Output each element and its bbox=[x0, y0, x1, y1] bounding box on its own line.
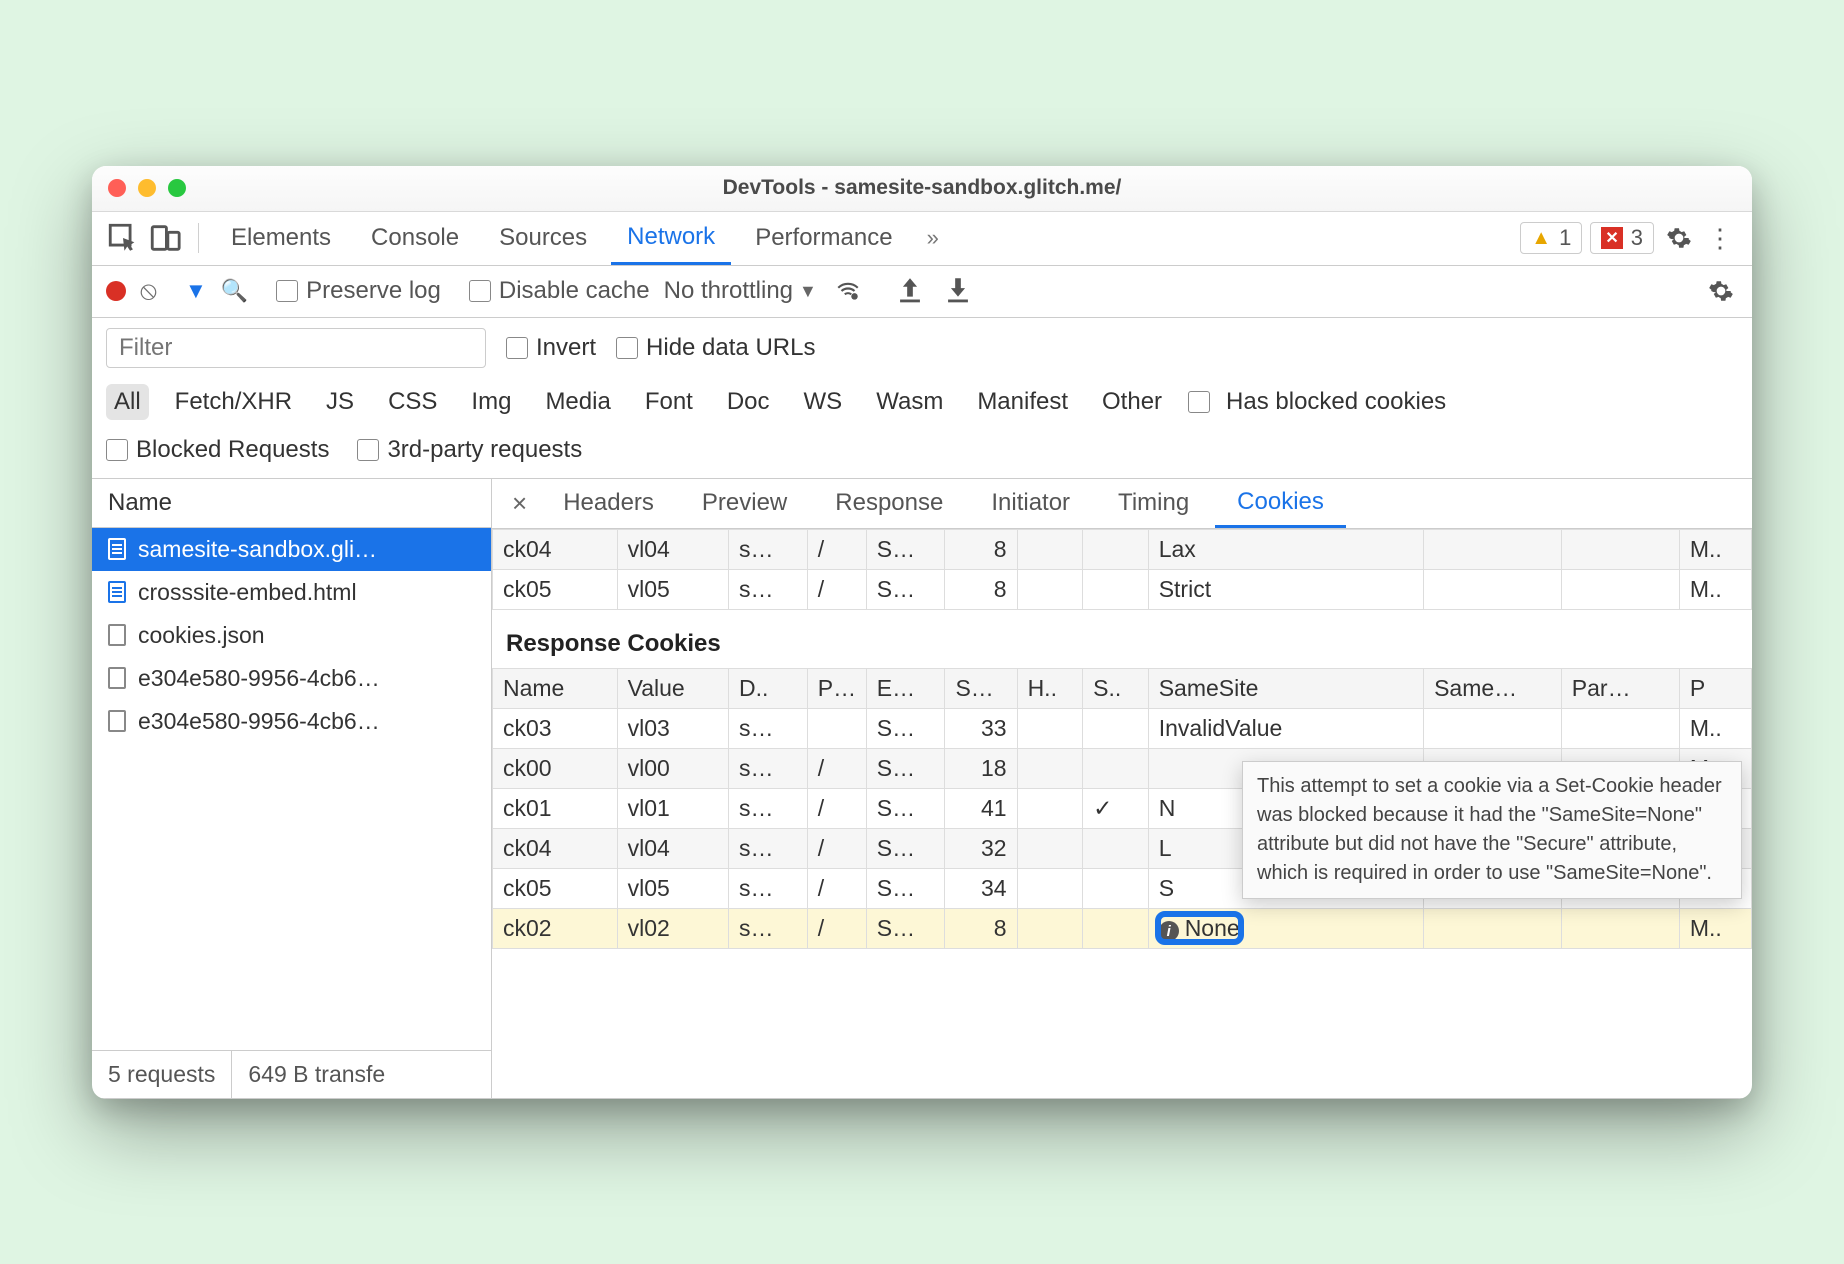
tab-performance[interactable]: Performance bbox=[739, 212, 908, 265]
request-item[interactable]: crosssite-embed.html bbox=[92, 571, 491, 614]
request-count: 5 requests bbox=[92, 1051, 231, 1098]
import-har-icon[interactable] bbox=[893, 274, 927, 308]
invert-checkbox[interactable]: Invert bbox=[506, 334, 596, 362]
type-other[interactable]: Other bbox=[1094, 384, 1170, 420]
error-icon: ✕ bbox=[1601, 227, 1622, 249]
filter-toggle-icon[interactable]: ▼ bbox=[185, 278, 207, 304]
request-list-footer: 5 requests 649 B transfe bbox=[92, 1050, 491, 1098]
warning-icon: ▲ bbox=[1531, 227, 1551, 250]
has-blocked-cookies-checkbox[interactable]: Has blocked cookies bbox=[1188, 388, 1446, 416]
device-toolbar-icon[interactable] bbox=[148, 221, 182, 255]
type-doc[interactable]: Doc bbox=[719, 384, 778, 420]
network-conditions-icon[interactable] bbox=[831, 274, 865, 308]
detail-pane: × Headers Preview Response Initiator Tim… bbox=[492, 479, 1752, 1098]
samesite-tooltip: This attempt to set a cookie via a Set-C… bbox=[1242, 761, 1742, 899]
filter-input[interactable] bbox=[106, 328, 486, 368]
type-wasm[interactable]: Wasm bbox=[868, 384, 951, 420]
blocked-requests-checkbox[interactable]: Blocked Requests bbox=[106, 436, 329, 464]
preserve-log-checkbox[interactable]: Preserve log bbox=[276, 277, 441, 305]
type-all[interactable]: All bbox=[106, 384, 149, 420]
main-split: Name samesite-sandbox.gli… crosssite-emb… bbox=[92, 479, 1752, 1099]
request-cookies-table: ck04vl04s…/S…8LaxM.. ck05vl05s…/S…8Stric… bbox=[492, 529, 1752, 610]
devtools-window: DevTools - samesite-sandbox.glitch.me/ E… bbox=[92, 166, 1752, 1099]
detail-tabs: × Headers Preview Response Initiator Tim… bbox=[492, 479, 1752, 529]
dtab-headers[interactable]: Headers bbox=[541, 479, 676, 528]
record-button[interactable] bbox=[106, 281, 126, 301]
close-details-button[interactable]: × bbox=[502, 488, 537, 519]
thirdparty-requests-checkbox[interactable]: 3rd-party requests bbox=[357, 436, 582, 464]
dtab-cookies[interactable]: Cookies bbox=[1215, 479, 1346, 528]
response-cookies-heading: Response Cookies bbox=[492, 610, 1752, 668]
network-controls: ⦸ ▼ 🔍 Preserve log Disable cache No thro… bbox=[92, 266, 1752, 318]
warning-count: 1 bbox=[1559, 225, 1571, 251]
dtab-response[interactable]: Response bbox=[813, 479, 965, 528]
dtab-initiator[interactable]: Initiator bbox=[969, 479, 1092, 528]
type-img[interactable]: Img bbox=[463, 384, 519, 420]
hide-data-urls-checkbox[interactable]: Hide data URLs bbox=[616, 334, 815, 362]
request-item[interactable]: cookies.json bbox=[92, 614, 491, 657]
error-count: 3 bbox=[1631, 225, 1643, 251]
request-list-pane: Name samesite-sandbox.gli… crosssite-emb… bbox=[92, 479, 492, 1098]
tab-console[interactable]: Console bbox=[355, 212, 475, 265]
type-js[interactable]: JS bbox=[318, 384, 362, 420]
transfer-size: 649 B transfe bbox=[231, 1051, 401, 1098]
request-item[interactable]: e304e580-9956-4cb6… bbox=[92, 657, 491, 700]
type-fetch[interactable]: Fetch/XHR bbox=[167, 384, 300, 420]
errors-badge[interactable]: ✕ 3 bbox=[1590, 222, 1654, 254]
window-titlebar: DevTools - samesite-sandbox.glitch.me/ bbox=[92, 166, 1752, 212]
clear-button[interactable]: ⦸ bbox=[140, 275, 157, 307]
table-row[interactable]: ck02vl02s…/S…8 iNone M.. bbox=[493, 908, 1752, 948]
request-list: samesite-sandbox.gli… crosssite-embed.ht… bbox=[92, 528, 491, 1050]
type-filters: All Fetch/XHR JS CSS Img Media Font Doc … bbox=[92, 378, 1752, 430]
type-css[interactable]: CSS bbox=[380, 384, 445, 420]
type-manifest[interactable]: Manifest bbox=[969, 384, 1076, 420]
table-row[interactable]: ck05vl05s…/S…8StrictM.. bbox=[493, 569, 1752, 609]
cookies-panel: ck04vl04s…/S…8LaxM.. ck05vl05s…/S…8Stric… bbox=[492, 529, 1752, 1098]
network-settings-icon[interactable] bbox=[1704, 274, 1738, 308]
tab-sources[interactable]: Sources bbox=[483, 212, 603, 265]
filter-row: Invert Hide data URLs bbox=[92, 318, 1752, 378]
more-tabs-chevron[interactable]: » bbox=[917, 225, 949, 251]
samesite-warning-cell[interactable]: iNone bbox=[1148, 908, 1423, 948]
settings-icon[interactable] bbox=[1662, 221, 1696, 255]
table-row[interactable]: ck03vl03s…S…33InvalidValueM.. bbox=[493, 708, 1752, 748]
dtab-preview[interactable]: Preview bbox=[680, 479, 809, 528]
panel-tabbar: Elements Console Sources Network Perform… bbox=[92, 212, 1752, 266]
tab-elements[interactable]: Elements bbox=[215, 212, 347, 265]
table-row[interactable]: ck04vl04s…/S…8LaxM.. bbox=[493, 529, 1752, 569]
export-har-icon[interactable] bbox=[941, 274, 975, 308]
request-item[interactable]: e304e580-9956-4cb6… bbox=[92, 700, 491, 743]
type-ws[interactable]: WS bbox=[796, 384, 851, 420]
table-header-row: NameValueD..P…E…S…H..S..SameSiteSame…Par… bbox=[493, 668, 1752, 708]
warnings-badge[interactable]: ▲ 1 bbox=[1520, 222, 1582, 254]
blocked-row: Blocked Requests 3rd-party requests bbox=[92, 430, 1752, 479]
type-font[interactable]: Font bbox=[637, 384, 701, 420]
disable-cache-checkbox[interactable]: Disable cache bbox=[469, 277, 650, 305]
request-list-header: Name bbox=[92, 479, 491, 528]
dtab-timing[interactable]: Timing bbox=[1096, 479, 1211, 528]
tab-network[interactable]: Network bbox=[611, 212, 731, 265]
info-icon: i bbox=[1159, 921, 1179, 941]
search-icon[interactable]: 🔍 bbox=[221, 278, 248, 304]
throttling-select[interactable]: No throttling▼ bbox=[664, 277, 817, 305]
kebab-menu-icon[interactable]: ⋮ bbox=[1704, 221, 1738, 255]
request-item[interactable]: samesite-sandbox.gli… bbox=[92, 528, 491, 571]
window-title: DevTools - samesite-sandbox.glitch.me/ bbox=[92, 176, 1752, 200]
inspect-element-icon[interactable] bbox=[106, 221, 140, 255]
type-media[interactable]: Media bbox=[537, 384, 618, 420]
